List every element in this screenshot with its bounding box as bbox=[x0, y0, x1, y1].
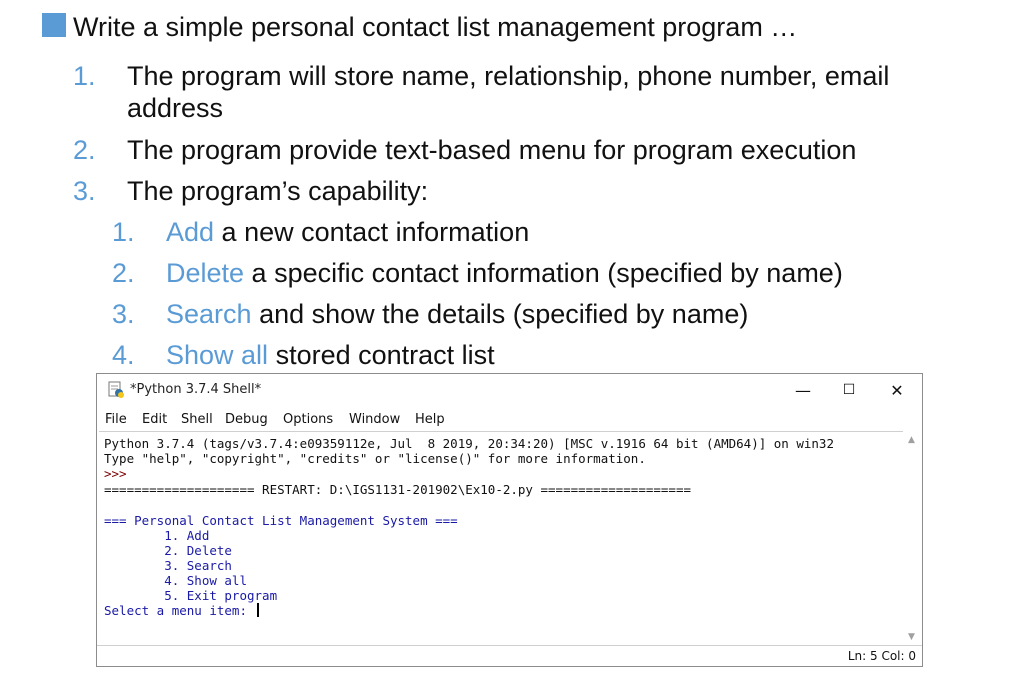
menu-options[interactable]: Options bbox=[283, 412, 333, 427]
capability-keyword: Delete bbox=[166, 258, 245, 288]
window-title: *Python 3.7.4 Shell* bbox=[130, 382, 262, 397]
list-text: The program provide text-based menu for … bbox=[127, 135, 857, 165]
cursor-position: Ln: 5 Col: 0 bbox=[847, 649, 916, 663]
input-prompt: Select a menu item: bbox=[104, 603, 255, 618]
capability-text: and show the details (specified by name) bbox=[251, 299, 749, 329]
output-line: 5. Exit program bbox=[104, 588, 278, 603]
python-shell-window: *Python 3.7.4 Shell* — ☐ ✕ File Edit She… bbox=[96, 373, 923, 667]
output-line: 3. Search bbox=[104, 558, 232, 573]
list-number: 1. bbox=[73, 61, 96, 91]
menu-bar: File Edit Shell Debug Options Window Hel… bbox=[97, 410, 922, 430]
capability-keyword: Add bbox=[166, 217, 215, 247]
list-text: The program’s capability: bbox=[127, 176, 429, 206]
capability-keyword: Search bbox=[166, 299, 252, 329]
restart-line: ==================== RESTART: D:\IGS1131… bbox=[104, 482, 691, 497]
output-line: 2. Delete bbox=[104, 543, 232, 558]
shell-line: Python 3.7.4 (tags/v3.7.4:e09359112e, Ju… bbox=[104, 436, 834, 451]
shell-line: Type "help", "copyright", "credits" or "… bbox=[104, 451, 646, 466]
menu-file[interactable]: File bbox=[105, 412, 127, 427]
shell-text-area[interactable]: Python 3.7.4 (tags/v3.7.4:e09359112e, Ju… bbox=[99, 431, 903, 647]
menu-shell[interactable]: Shell bbox=[181, 412, 213, 427]
output-line: 1. Add bbox=[104, 528, 210, 543]
capability-text: stored contract list bbox=[268, 340, 495, 370]
list-text-continued: address bbox=[127, 93, 224, 123]
slide-intro: Write a simple personal contact list man… bbox=[73, 12, 798, 42]
capability-number: 3. bbox=[112, 299, 135, 329]
capability-number: 4. bbox=[112, 340, 135, 370]
input-prompt-line: Select a menu item: bbox=[104, 603, 259, 618]
title-bar[interactable]: *Python 3.7.4 Shell* — ☐ ✕ bbox=[97, 374, 922, 406]
menu-edit[interactable]: Edit bbox=[142, 412, 167, 427]
menu-window[interactable]: Window bbox=[349, 412, 400, 427]
capability-text: a new contact information bbox=[214, 217, 530, 247]
menu-debug[interactable]: Debug bbox=[225, 412, 268, 427]
idle-app-icon bbox=[108, 381, 124, 398]
slide-body: Write a simple personal contact list man… bbox=[0, 0, 1024, 370]
capability-number: 1. bbox=[112, 217, 135, 247]
bullet-square-icon bbox=[42, 13, 66, 37]
output-line: 4. Show all bbox=[104, 573, 247, 588]
list-number: 2. bbox=[73, 135, 96, 165]
shell-prompt: >>> bbox=[104, 466, 135, 481]
list-text: The program will store name, relationshi… bbox=[127, 61, 890, 91]
close-button[interactable]: ✕ bbox=[874, 374, 920, 406]
scroll-up-icon[interactable]: ▲ bbox=[906, 435, 917, 445]
output-line: === Personal Contact List Management Sys… bbox=[104, 513, 458, 528]
list-number: 3. bbox=[73, 176, 96, 206]
capability-number: 2. bbox=[112, 258, 135, 288]
capability-keyword: Show all bbox=[166, 340, 269, 370]
scroll-down-icon[interactable]: ▼ bbox=[906, 632, 917, 642]
vertical-scrollbar[interactable]: ▲ ▼ bbox=[903, 431, 920, 646]
text-cursor bbox=[256, 603, 259, 617]
maximize-button[interactable]: ☐ bbox=[826, 374, 872, 406]
minimize-button[interactable]: — bbox=[780, 374, 826, 406]
menu-help[interactable]: Help bbox=[415, 412, 445, 427]
capability-text: a specific contact information (specifie… bbox=[244, 258, 843, 288]
status-bar: Ln: 5 Col: 0 bbox=[97, 645, 922, 666]
